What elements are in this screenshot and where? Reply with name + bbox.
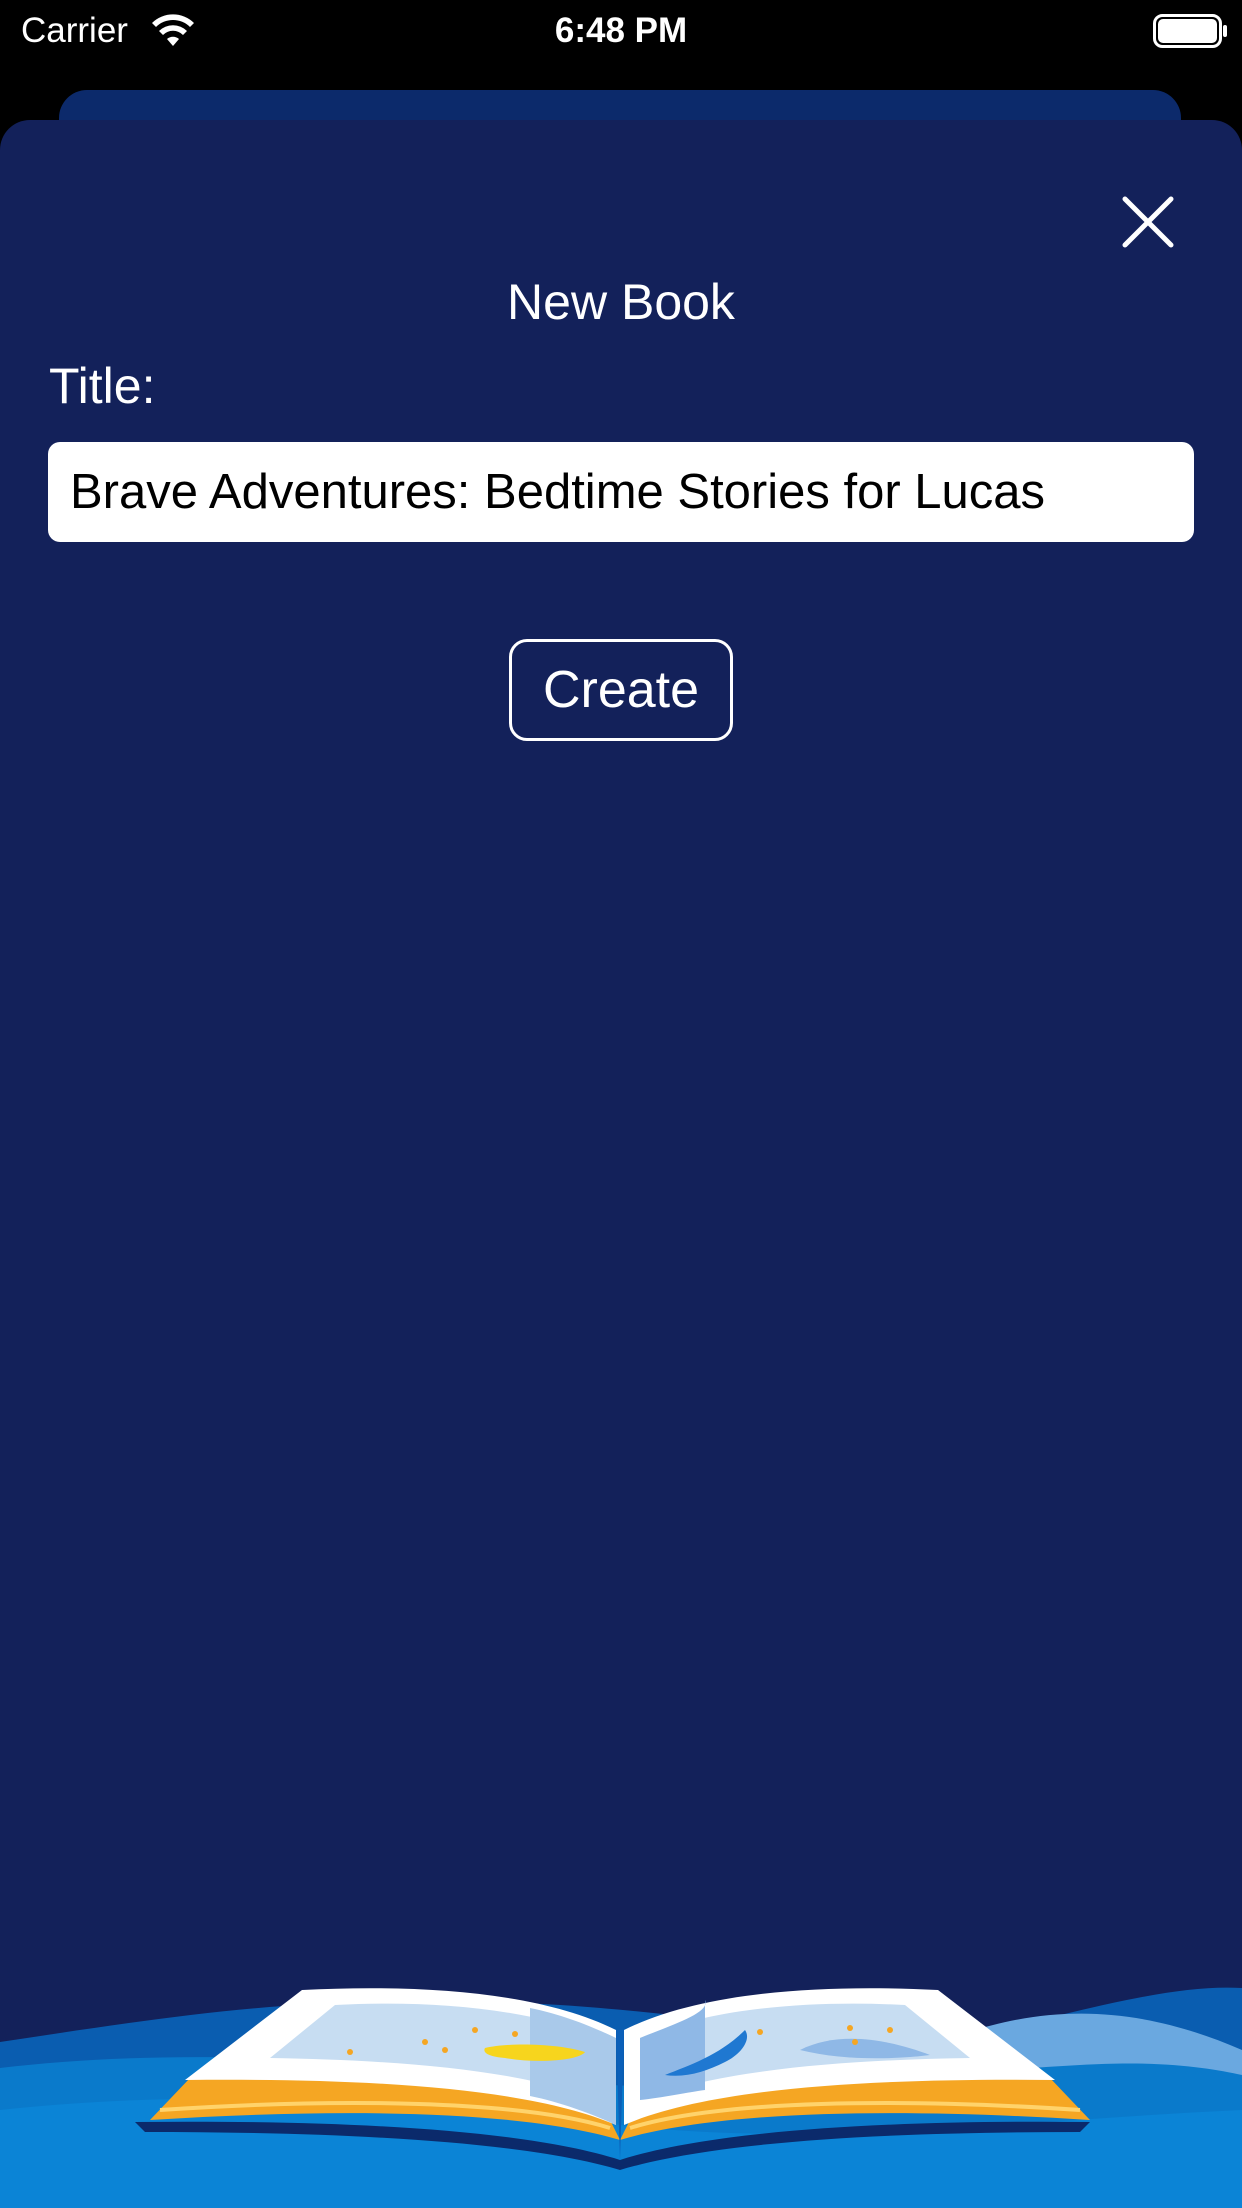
status-time: 6:48 PM [554, 11, 688, 50]
battery-icon [1153, 14, 1227, 48]
open-book-illustration [0, 1987, 1242, 2208]
sheet-title: New Book [507, 274, 735, 330]
close-icon [1122, 196, 1174, 248]
title-input[interactable] [48, 442, 1194, 542]
status-bar: Carrier 6:48 PM [0, 0, 1242, 62]
title-label: Title: [49, 358, 156, 414]
create-button[interactable]: Create [509, 639, 733, 741]
close-button[interactable] [1112, 186, 1184, 258]
new-book-sheet [0, 120, 1242, 2208]
